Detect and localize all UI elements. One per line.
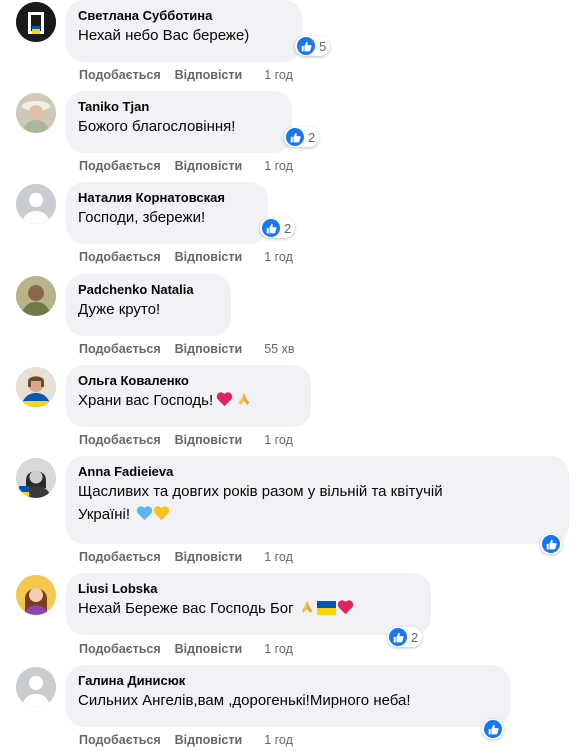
comment-bubble: Светлана Субботина Нехай небо Вас береже… bbox=[66, 0, 302, 62]
comment-actions: Подобається Відповісти 1 год bbox=[79, 549, 293, 565]
reaction-count[interactable] bbox=[482, 719, 504, 739]
comment-author[interactable]: Taniko Tjan bbox=[78, 99, 280, 115]
comment-time[interactable]: 1 год bbox=[264, 249, 293, 265]
comment-bubble: Taniko Tjan Божого благословіння! bbox=[66, 91, 292, 153]
comment-text-content: Храни вас Господь! bbox=[78, 392, 214, 409]
avatar[interactable] bbox=[16, 184, 56, 224]
comment-text-content: Нехай Береже вас Господь Бог bbox=[78, 600, 294, 617]
comment-actions: Подобається Відповісти 55 хв bbox=[79, 341, 294, 357]
reply-link[interactable]: Відповісти bbox=[175, 249, 243, 265]
reaction-number: 2 bbox=[284, 220, 292, 236]
comment-text-line-2: Україні! bbox=[78, 505, 557, 527]
reply-link[interactable]: Відповісти bbox=[175, 641, 243, 657]
avatar[interactable] bbox=[16, 575, 56, 615]
reaction-number: 2 bbox=[308, 129, 316, 145]
comment-time[interactable]: 1 год bbox=[264, 641, 293, 657]
red-heart-emoji bbox=[216, 391, 233, 413]
comment-author[interactable]: Наталия Корнатовская bbox=[78, 190, 256, 206]
like-link[interactable]: Подобається bbox=[79, 549, 161, 565]
comment-text: Нехай Береже вас Господь Бог bbox=[78, 599, 419, 621]
comment-time[interactable]: 1 год bbox=[264, 732, 293, 748]
comment-text: Дуже круто! bbox=[78, 301, 161, 318]
avatar[interactable] bbox=[16, 2, 56, 42]
yellow-heart-emoji bbox=[153, 505, 170, 527]
comment-author[interactable]: Anna Fadieieva bbox=[78, 464, 557, 480]
comment-actions: Подобається Відповісти 1 год bbox=[79, 249, 293, 265]
comment-actions: Подобається Відповісти 1 год bbox=[79, 67, 293, 83]
comment-bubble: Ольга Коваленко Храни вас Господь! bbox=[66, 365, 311, 427]
avatar[interactable] bbox=[16, 367, 56, 407]
reaction-count[interactable] bbox=[540, 534, 562, 554]
comment-bubble: Галина Динисюк Сильних Ангелів,вам ,доро… bbox=[66, 665, 510, 727]
like-link[interactable]: Подобається bbox=[79, 249, 161, 265]
like-link[interactable]: Подобається bbox=[79, 641, 161, 657]
comment-time[interactable]: 1 год bbox=[264, 549, 293, 565]
comment-bubble: Anna Fadieieva Щасливих та довгих років … bbox=[66, 456, 569, 544]
reply-link[interactable]: Відповісти bbox=[175, 341, 243, 357]
comment-time[interactable]: 1 год bbox=[264, 67, 293, 83]
like-link[interactable]: Подобається bbox=[79, 432, 161, 448]
folded-hands-emoji bbox=[299, 599, 315, 621]
reaction-number: 5 bbox=[319, 38, 327, 54]
avatar[interactable] bbox=[16, 667, 56, 707]
comment-author[interactable]: Liusi Lobska bbox=[78, 581, 419, 597]
like-thumb-icon bbox=[297, 37, 315, 55]
comment-author[interactable]: Padchenko Natalia bbox=[78, 282, 219, 298]
comment-text: Сильних Ангелів,вам ,дорогенькі!Мирного … bbox=[78, 692, 411, 709]
folded-hands-emoji bbox=[236, 391, 252, 413]
comment-author[interactable]: Ольга Коваленко bbox=[78, 373, 299, 389]
comment-bubble: Наталия Корнатовская Господи, збережи! bbox=[66, 182, 268, 244]
like-thumb-icon bbox=[286, 128, 304, 146]
comment-actions: Подобається Відповісти 1 год bbox=[79, 732, 293, 748]
avatar[interactable] bbox=[16, 93, 56, 133]
comment-text: Господи, збережи! bbox=[78, 209, 206, 226]
comment-time[interactable]: 55 хв bbox=[264, 341, 294, 357]
reply-link[interactable]: Відповісти bbox=[175, 67, 243, 83]
ukraine-flag-emoji bbox=[316, 601, 336, 621]
reaction-count[interactable]: 2 bbox=[387, 627, 423, 647]
red-heart-emoji bbox=[337, 599, 354, 621]
reply-link[interactable]: Відповісти bbox=[175, 158, 243, 174]
like-thumb-icon bbox=[542, 535, 560, 553]
comment-time[interactable]: 1 год bbox=[264, 432, 293, 448]
blue-heart-emoji bbox=[136, 505, 153, 527]
comment-text: Храни вас Господь! bbox=[78, 391, 299, 413]
reply-link[interactable]: Відповісти bbox=[175, 432, 243, 448]
like-thumb-icon bbox=[389, 628, 407, 646]
comment-text: Нехай небо Вас береже) bbox=[78, 27, 250, 44]
like-thumb-icon bbox=[262, 219, 280, 237]
comment-text-line: Щасливих та довгих років разом у вільній… bbox=[78, 483, 443, 500]
like-link[interactable]: Подобається bbox=[79, 341, 161, 357]
reaction-count[interactable]: 2 bbox=[284, 127, 320, 147]
comment-bubble: Liusi Lobska Нехай Береже вас Господь Бо… bbox=[66, 573, 431, 635]
comment-author[interactable]: Светлана Субботина bbox=[78, 8, 290, 24]
comment-actions: Подобається Відповісти 1 год bbox=[79, 158, 293, 174]
like-link[interactable]: Подобається bbox=[79, 158, 161, 174]
reply-link[interactable]: Відповісти bbox=[175, 732, 243, 748]
comment-author[interactable]: Галина Динисюк bbox=[78, 673, 498, 689]
comment-text: Щасливих та довгих років разом у вільній… bbox=[78, 482, 557, 527]
avatar[interactable] bbox=[16, 458, 56, 498]
comment-text-content: Україні! bbox=[78, 506, 131, 523]
comment-text: Божого благословіння! bbox=[78, 118, 236, 135]
comment-actions: Подобається Відповісти 1 год bbox=[79, 641, 293, 657]
avatar[interactable] bbox=[16, 276, 56, 316]
comment-actions: Подобається Відповісти 1 год bbox=[79, 432, 293, 448]
reply-link[interactable]: Відповісти bbox=[175, 549, 243, 565]
reaction-count[interactable]: 5 bbox=[295, 36, 331, 56]
like-link[interactable]: Подобається bbox=[79, 67, 161, 83]
comment-bubble: Padchenko Natalia Дуже круто! bbox=[66, 274, 231, 336]
reaction-number: 2 bbox=[411, 629, 419, 645]
reaction-count[interactable]: 2 bbox=[260, 218, 296, 238]
like-link[interactable]: Подобається bbox=[79, 732, 161, 748]
like-thumb-icon bbox=[484, 720, 502, 738]
comment-time[interactable]: 1 год bbox=[264, 158, 293, 174]
